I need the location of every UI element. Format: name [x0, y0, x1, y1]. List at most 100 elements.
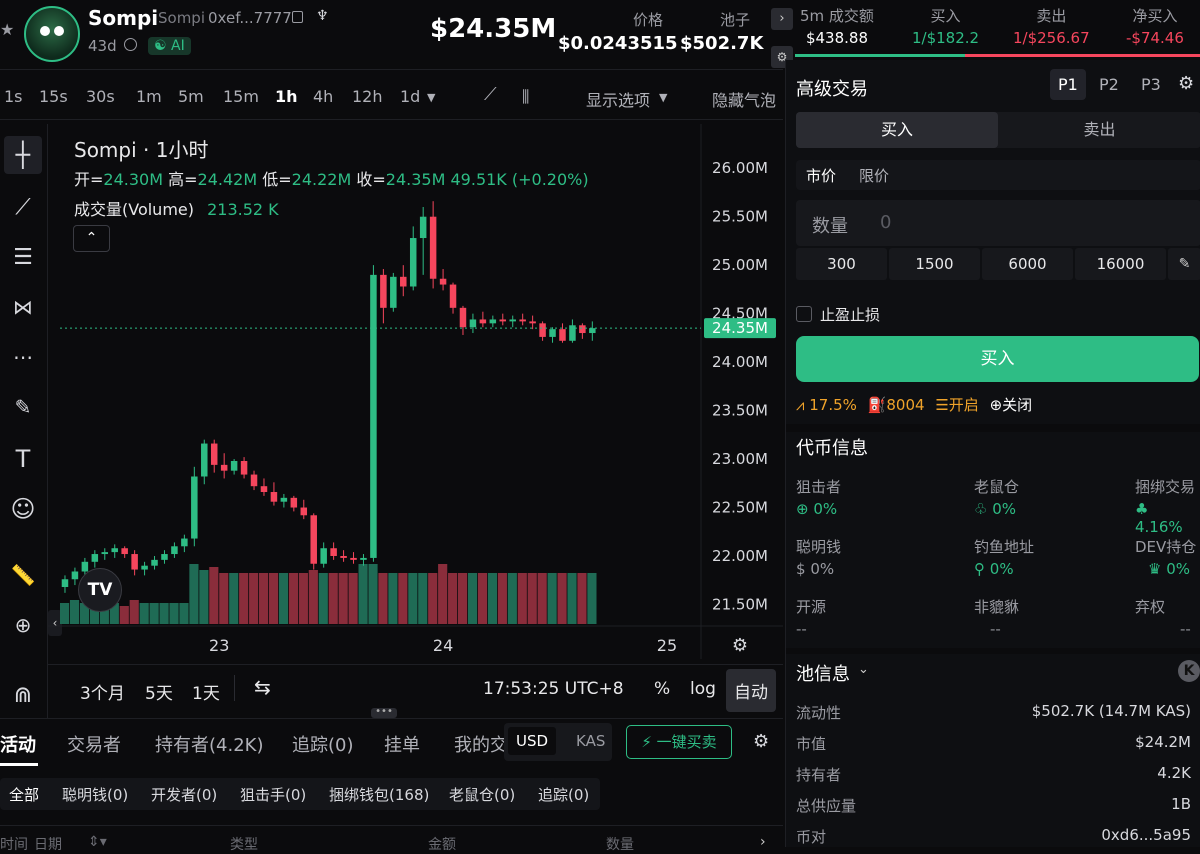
- filter-sniper[interactable]: 狙击手(0): [240, 784, 306, 805]
- tab-traders[interactable]: 交易者: [67, 731, 121, 757]
- indicator-icon[interactable]: ⟋: [484, 84, 497, 105]
- col-time[interactable]: 时间: [0, 834, 28, 854]
- tf-5m[interactable]: 5m: [178, 87, 204, 106]
- tab-tracking[interactable]: 追踪(0): [292, 731, 354, 757]
- tf-1s[interactable]: 1s: [4, 87, 23, 106]
- chevron-down-icon[interactable]: ▼: [427, 91, 435, 104]
- range-1d[interactable]: 1天: [192, 679, 220, 704]
- pattern-icon[interactable]: ⋈: [4, 288, 42, 326]
- candle: [409, 226, 417, 291]
- range-5d[interactable]: 5天: [145, 679, 173, 704]
- filter-tracking[interactable]: 追踪(0): [538, 784, 589, 805]
- tf-12h[interactable]: 12h: [352, 87, 383, 106]
- candle: [439, 269, 447, 291]
- chevron-down-icon[interactable]: ▼: [659, 91, 667, 104]
- ruler-icon[interactable]: 📏: [4, 556, 42, 594]
- col-date[interactable]: 日期: [34, 834, 62, 854]
- emoji-icon[interactable]: ☺: [4, 490, 42, 528]
- gear-icon[interactable]: ⚙: [1178, 73, 1194, 94]
- tab-my-trades[interactable]: 我的交: [454, 731, 508, 757]
- currency-kas[interactable]: KAS: [576, 732, 605, 750]
- market-order[interactable]: 市价: [806, 165, 836, 186]
- tf-15m[interactable]: 15m: [223, 87, 259, 106]
- tf-15s[interactable]: 15s: [39, 87, 68, 106]
- preset-p1[interactable]: P1: [1050, 69, 1086, 100]
- pool-info-title[interactable]: 池信息: [796, 660, 850, 686]
- auto-toggle[interactable]: 自动: [726, 669, 776, 712]
- filter-bundle[interactable]: 捆绑钱包(168): [329, 784, 429, 805]
- col-quantity[interactable]: 数量: [606, 834, 634, 854]
- preset-p2[interactable]: P2: [1099, 75, 1119, 94]
- volume-bar: [537, 573, 547, 624]
- quick-amount-16000[interactable]: 16000: [1075, 248, 1166, 280]
- edit-icon[interactable]: ✎: [1168, 248, 1200, 280]
- chevron-right-icon[interactable]: ›: [760, 834, 766, 850]
- range-3m[interactable]: 3个月: [80, 679, 125, 704]
- volume-bar: [239, 573, 249, 624]
- anti-mev-value: 关闭: [1002, 396, 1033, 414]
- star-icon[interactable]: ★: [0, 20, 14, 39]
- filter-all[interactable]: 全部: [9, 784, 39, 805]
- volume-bar: [368, 564, 378, 624]
- quick-amount-6000[interactable]: 6000: [982, 248, 1073, 280]
- filter-dev[interactable]: 开发者(0): [151, 784, 217, 805]
- brush-icon[interactable]: ✎: [4, 388, 42, 426]
- clock[interactable]: 17:53:25 UTC+8: [483, 679, 624, 699]
- currency-usd[interactable]: USD: [508, 727, 557, 755]
- hide-bubbles[interactable]: 隐藏气泡: [712, 87, 776, 111]
- sort-filter-icon[interactable]: ⇕▾: [88, 834, 107, 850]
- quick-amount-1500[interactable]: 1500: [889, 248, 980, 280]
- candle-type-icon[interactable]: ⫼: [522, 87, 529, 107]
- token-address[interactable]: 0xef...7777: [208, 9, 292, 27]
- percent-toggle[interactable]: %: [654, 679, 670, 699]
- pool-row-value[interactable]: 0xd6...5a95: [1101, 826, 1191, 844]
- tf-4h[interactable]: 4h: [313, 87, 333, 106]
- log-toggle[interactable]: log: [690, 679, 716, 699]
- buy-tab[interactable]: 买入: [796, 112, 998, 148]
- quick-amount-300[interactable]: 300: [796, 248, 887, 280]
- tf-1h[interactable]: 1h: [275, 87, 298, 106]
- tab-orders[interactable]: 挂单: [384, 731, 420, 757]
- one-click-trade-button[interactable]: ⚡ 一键买卖: [626, 725, 732, 759]
- tf-1d[interactable]: 1d: [400, 87, 420, 106]
- expand-right-button[interactable]: ›: [771, 8, 793, 30]
- horizontal-lines-icon[interactable]: ☰: [4, 238, 42, 276]
- magnet-icon[interactable]: ⋒: [4, 676, 42, 714]
- col-type[interactable]: 类型: [230, 834, 258, 854]
- gear-icon[interactable]: ⚙: [753, 731, 769, 752]
- collapse-legend-button[interactable]: ⌃: [73, 225, 110, 252]
- search-icon[interactable]: [124, 38, 137, 51]
- filter-smart-money[interactable]: 聪明钱(0): [62, 784, 128, 805]
- sell-tab[interactable]: 卖出: [998, 112, 1200, 148]
- fib-icon[interactable]: ⋯: [4, 338, 42, 376]
- sniper-pct: 0%: [813, 500, 838, 518]
- tp-sl-checkbox[interactable]: [796, 306, 812, 322]
- trade-settings-row[interactable]: ⩘ 17.5% ⛽8004 ☰开启 ⊕关闭: [796, 394, 1032, 415]
- activity-filters: 全部 聪明钱(0) 开发者(0) 狙击手(0) 捆绑钱包(168) 老鼠仓(0)…: [0, 778, 600, 810]
- limit-order[interactable]: 限价: [859, 165, 889, 186]
- filter-insider[interactable]: 老鼠仓(0): [449, 784, 515, 805]
- tab-activity[interactable]: 活动: [0, 731, 36, 757]
- display-options[interactable]: 显示选项: [586, 87, 650, 111]
- quantity-field[interactable]: 数量 0: [796, 200, 1200, 246]
- crosshair-icon[interactable]: ┼: [4, 136, 42, 174]
- tf-1m[interactable]: 1m: [136, 87, 162, 106]
- preset-p3[interactable]: P3: [1141, 75, 1161, 94]
- candle-body: [370, 274, 377, 558]
- trendline-icon[interactable]: ⟋: [4, 188, 42, 226]
- tradingview-logo[interactable]: TV: [78, 568, 122, 612]
- text-icon[interactable]: T: [4, 440, 42, 478]
- candle-body: [499, 319, 507, 322]
- zoom-icon[interactable]: ⊕: [4, 606, 42, 644]
- resize-handle[interactable]: •••: [371, 707, 397, 718]
- axis-settings-icon[interactable]: ⚙: [732, 635, 748, 656]
- platform-icon[interactable]: ♆: [316, 8, 329, 24]
- buy-button[interactable]: 买入: [796, 336, 1199, 382]
- tab-holders[interactable]: 持有者(4.2K): [155, 731, 263, 757]
- ai-badge[interactable]: ☯ AI: [148, 37, 191, 55]
- goto-date-icon[interactable]: ⇆: [254, 675, 271, 699]
- tf-30s[interactable]: 30s: [86, 87, 115, 106]
- col-amount[interactable]: 金额: [428, 834, 456, 854]
- copy-icon[interactable]: [292, 11, 303, 23]
- chevron-down-icon[interactable]: ⌄: [858, 662, 869, 677]
